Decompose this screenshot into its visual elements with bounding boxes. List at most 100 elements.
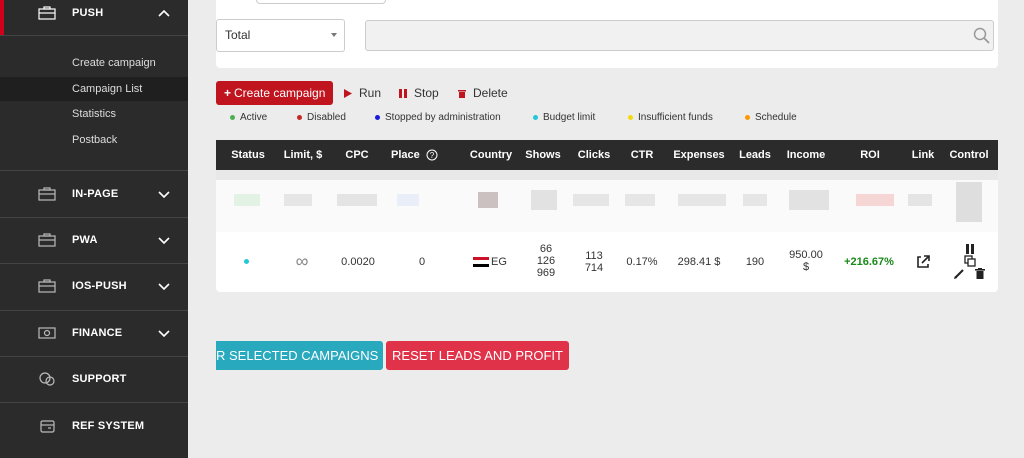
- money-icon: [38, 327, 56, 339]
- legend-label: Schedule: [755, 112, 797, 123]
- toolbar: + Create campaign Run Stop Delete: [216, 81, 816, 105]
- blur-cell: [234, 194, 260, 206]
- trash-icon[interactable]: [975, 268, 985, 279]
- briefcase-icon: [38, 6, 56, 20]
- period-select[interactable]: Total: [216, 19, 345, 52]
- legend-label: Budget limit: [543, 112, 596, 123]
- legend-dot: [230, 115, 235, 120]
- sidebar-item-statistics[interactable]: Statistics: [0, 102, 188, 126]
- col-control[interactable]: Control: [946, 140, 992, 170]
- col-roi[interactable]: ROI: [852, 140, 888, 170]
- legend-label: Active: [240, 112, 268, 123]
- col-leads[interactable]: Leads: [737, 140, 773, 170]
- blur-cell: [789, 190, 829, 210]
- briefcase-icon: [38, 279, 56, 293]
- col-status[interactable]: Status: [224, 140, 272, 170]
- status-dot: [244, 259, 249, 264]
- selected-campaigns-button[interactable]: R SELECTED CAMPAIGNS: [216, 341, 383, 370]
- stop-button[interactable]: Stop: [399, 81, 439, 105]
- legend-item-stopped: Stopped by administration: [375, 112, 501, 123]
- col-clicks[interactable]: Clicks: [574, 140, 614, 170]
- legend-dot: [533, 115, 538, 120]
- clicks-value: 113 714: [584, 250, 604, 274]
- col-shows[interactable]: Shows: [523, 140, 563, 170]
- sidebar-item-campaign-list[interactable]: Campaign List: [0, 77, 188, 101]
- chevron-up-icon: [158, 9, 170, 17]
- chevron-down-icon: [158, 237, 170, 245]
- filter-panel: Total: [216, 0, 998, 68]
- col-income[interactable]: Income: [784, 140, 828, 170]
- chevron-down-icon: [158, 283, 170, 291]
- briefcase-icon: [38, 233, 56, 247]
- nav-section-label: PUSH: [72, 7, 104, 19]
- legend-item-budget-limit: Budget limit: [533, 112, 595, 123]
- create-campaign-label: Create campaign: [234, 86, 326, 100]
- nav-section-label: SUPPORT: [72, 373, 127, 385]
- nav-section-ios-push[interactable]: IOS-PUSH: [0, 263, 188, 309]
- blur-cell: [337, 194, 377, 206]
- divider: [0, 35, 188, 36]
- sidebar: PUSH Create campaign Campaign List Stati…: [0, 0, 188, 458]
- partial-button[interactable]: [256, 0, 386, 4]
- col-cpc[interactable]: CPC: [337, 140, 377, 170]
- nav-section-in-page[interactable]: IN-PAGE: [0, 171, 188, 217]
- legend-dot: [745, 115, 750, 120]
- sidebar-item-create-campaign[interactable]: Create campaign: [0, 51, 188, 75]
- col-ctr[interactable]: CTR: [624, 140, 660, 170]
- limit-value: ∞: [295, 251, 309, 271]
- copy-icon[interactable]: [964, 255, 976, 267]
- help-icon[interactable]: ?: [426, 149, 438, 161]
- blur-strip: [216, 170, 998, 180]
- col-expenses[interactable]: Expenses: [671, 140, 727, 170]
- delete-button[interactable]: Delete: [458, 81, 508, 105]
- edit-icon[interactable]: [954, 268, 965, 279]
- nav-section-ref-system[interactable]: REF SYSTEM: [0, 403, 188, 449]
- wallet-icon: [40, 420, 55, 433]
- plus-icon: +: [224, 86, 232, 100]
- chat-icon: [39, 372, 55, 386]
- col-link[interactable]: Link: [905, 140, 941, 170]
- select-value: Total: [225, 28, 251, 42]
- ctr-value: 0.17%: [626, 256, 658, 268]
- col-place-label: Place: [391, 149, 420, 161]
- reset-leads-profit-button[interactable]: RESET LEADS AND PROFIT: [386, 341, 569, 370]
- egypt-flag-icon: [473, 257, 489, 267]
- nav-section-label: REF SYSTEM: [72, 420, 145, 432]
- search-input[interactable]: [365, 20, 994, 51]
- blur-cell: [743, 194, 767, 206]
- pause-icon[interactable]: [965, 244, 975, 254]
- run-button[interactable]: Run: [344, 81, 381, 105]
- nav-section-pwa[interactable]: PWA: [0, 217, 188, 263]
- run-label: Run: [359, 86, 382, 100]
- col-country[interactable]: Country: [466, 140, 516, 170]
- country-value: EG: [491, 256, 507, 268]
- nav-section-label: IN-PAGE: [72, 188, 119, 200]
- leads-value: 190: [745, 256, 765, 268]
- blur-cell: [573, 194, 609, 206]
- table-header: Status Limit, $ CPC Place ? Country Show…: [216, 140, 998, 170]
- place-value: 0: [418, 256, 426, 268]
- caret-down-icon: [331, 33, 337, 37]
- nav-section-label: FINANCE: [72, 327, 123, 339]
- table-row[interactable]: ∞ 0.0020 0 EG 66 126 969 113 714 0.17% 2…: [216, 232, 998, 292]
- delete-label: Delete: [473, 86, 508, 100]
- search-icon[interactable]: [973, 27, 990, 44]
- stop-label: Stop: [414, 86, 439, 100]
- legend-label: Insufficient funds: [638, 112, 713, 123]
- nav-section-label: IOS-PUSH: [72, 280, 127, 292]
- col-limit[interactable]: Limit, $: [279, 140, 327, 170]
- legend-item-insufficient-funds: Insufficient funds: [628, 112, 713, 123]
- create-campaign-button[interactable]: + Create campaign: [216, 81, 333, 105]
- chevron-down-icon: [158, 330, 170, 338]
- external-link-icon[interactable]: [916, 255, 930, 269]
- blur-cell: [856, 194, 894, 206]
- nav-section-finance[interactable]: FINANCE: [0, 310, 188, 356]
- sidebar-item-postback[interactable]: Postback: [0, 128, 188, 152]
- nav-section-label: PWA: [72, 234, 98, 246]
- shows-value: 66 126 969: [536, 243, 556, 279]
- col-place[interactable]: Place: [391, 140, 427, 170]
- nav-section-support[interactable]: SUPPORT: [0, 356, 188, 402]
- legend-dot: [375, 115, 380, 120]
- nav-section-push[interactable]: PUSH: [0, 0, 188, 36]
- blur-cell: [678, 194, 726, 206]
